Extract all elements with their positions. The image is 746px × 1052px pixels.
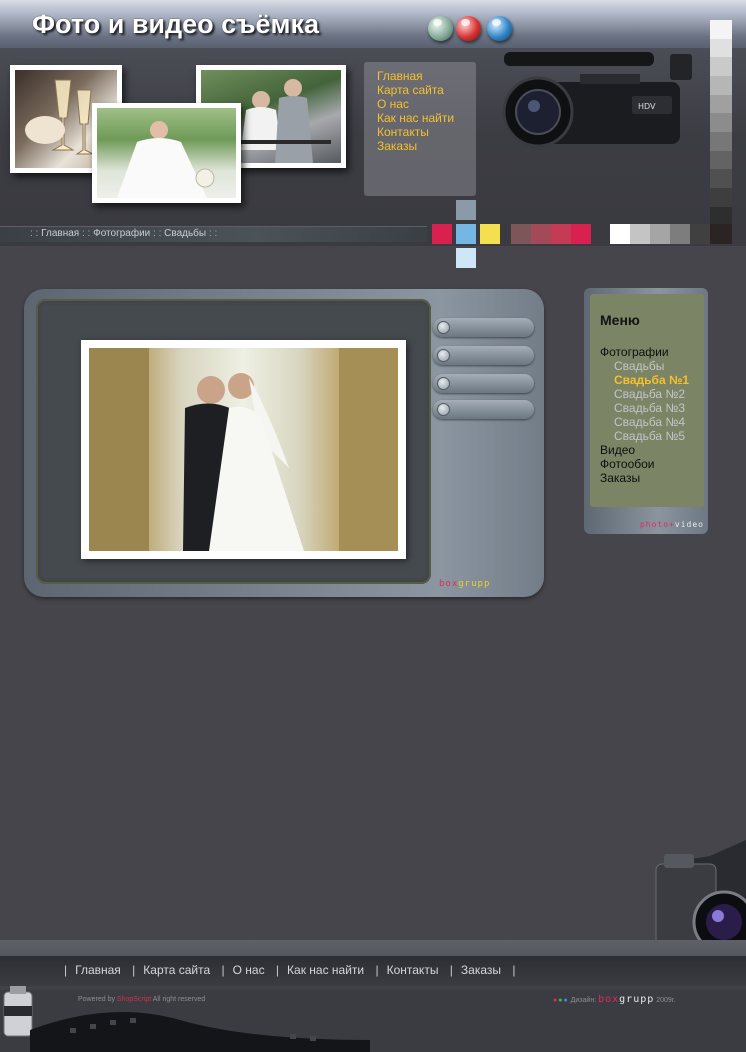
viewer-screen xyxy=(36,299,431,584)
color-swatch xyxy=(571,224,591,244)
menu-item[interactable]: Фотообои xyxy=(600,457,704,471)
viewer-button-3[interactable] xyxy=(433,374,534,393)
viewer-button-1[interactable] xyxy=(433,318,534,337)
color-swatch xyxy=(650,224,670,244)
gray-step xyxy=(710,113,732,133)
viewer-brand: boxgrupp xyxy=(439,579,491,589)
blue-ball-icon xyxy=(487,16,512,41)
footer-link-sitemap[interactable]: Карта сайта xyxy=(143,963,210,977)
menu-item[interactable]: Фотографии xyxy=(600,345,704,359)
gray-step xyxy=(710,94,732,114)
gray-step xyxy=(710,76,732,95)
color-swatch xyxy=(511,224,531,244)
color-swatch xyxy=(670,224,690,244)
viewer-button-4[interactable] xyxy=(433,400,534,419)
nav-link-contacts[interactable]: Контакты xyxy=(377,125,476,139)
color-swatch xyxy=(610,224,630,244)
gray-step xyxy=(710,206,732,226)
circle-icon xyxy=(437,403,450,416)
gray-scale-strip xyxy=(710,20,732,245)
footer-nav: | Главная | Карта сайта | О нас | Как нас на… xyxy=(0,956,746,986)
footer-link-home[interactable]: Главная xyxy=(75,963,121,977)
gray-step xyxy=(710,188,732,207)
footer-link-orders[interactable]: Заказы xyxy=(461,963,501,977)
side-menu-inner: Меню Фотографии Свадьбы Свадьба №1 Свадьба … xyxy=(590,294,704,507)
breadcrumb-home[interactable]: Главная xyxy=(41,228,79,239)
swatch-cross-bottom xyxy=(456,248,476,268)
footer-link-contacts[interactable]: Контакты xyxy=(387,963,439,977)
header-nav: Главная Карта сайта О нас Как нас найти … xyxy=(364,62,476,196)
breadcrumb-weddings[interactable]: Свадьбы xyxy=(164,228,206,239)
color-swatch xyxy=(551,224,571,244)
nav-link-about[interactable]: О нас xyxy=(377,97,476,111)
color-swatch xyxy=(630,224,650,244)
breadcrumb-bar: : : Главная : : Фотографии : : Свадьбы :… xyxy=(0,226,427,242)
viewer-button-2[interactable] xyxy=(433,346,534,365)
footer-link-about[interactable]: О нас xyxy=(233,963,265,977)
design-credit: ●●● Дизайн: boxgrupp 2009г. xyxy=(553,994,676,1005)
menu-item[interactable]: Видео xyxy=(600,443,704,457)
menu-item[interactable]: Свадьба №5 xyxy=(600,429,704,443)
red-ball-icon xyxy=(456,16,481,41)
photo-viewer: boxgrupp xyxy=(24,289,544,597)
three-dots-icon: ●●● xyxy=(553,997,569,1004)
color-swatch xyxy=(531,224,551,244)
color-swatch xyxy=(690,224,710,244)
side-menu: Меню Фотографии Свадьбы Свадьба №1 Свадьба … xyxy=(584,288,708,534)
menu-item[interactable]: Свадьба №4 xyxy=(600,415,704,429)
footer-links: | Главная | Карта сайта | О нас | Как нас на… xyxy=(64,963,516,977)
gray-step xyxy=(710,38,732,58)
nav-link-location[interactable]: Как нас найти xyxy=(377,111,476,125)
menu-brand: photo+video xyxy=(639,520,704,529)
color-swatch xyxy=(710,224,732,244)
nav-link-orders[interactable]: Заказы xyxy=(377,139,476,153)
breadcrumb: : : Главная : : Фотографии : : Свадьбы :… xyxy=(30,228,218,239)
circle-icon xyxy=(437,349,450,362)
menu-item[interactable]: Свадьба №2 xyxy=(600,387,704,401)
menu-item[interactable]: Свадьба №3 xyxy=(600,401,704,415)
film-strip-icon xyxy=(30,1012,370,1052)
gray-step xyxy=(710,169,732,189)
nav-link-home[interactable]: Главная xyxy=(377,69,476,83)
bride-icon xyxy=(117,121,215,198)
menu-item[interactable]: Свадьбы xyxy=(600,359,704,373)
menu-item[interactable]: Свадьба №1 xyxy=(600,373,704,387)
green-ball-icon xyxy=(428,16,453,41)
circle-icon xyxy=(437,321,450,334)
swatch-cross-top xyxy=(456,200,476,220)
gray-step xyxy=(710,132,732,151)
color-swatch xyxy=(480,224,500,244)
site-title: Фото и видео съёмка xyxy=(32,9,320,39)
menu-title: Меню xyxy=(600,312,640,328)
header: Фото и видео съёмка Главная Карта сайта … xyxy=(0,0,746,246)
kissing-couple-icon xyxy=(89,348,398,551)
menu-item[interactable]: Заказы xyxy=(600,471,704,485)
gray-step xyxy=(710,150,732,170)
footer-link-location[interactable]: Как нас найти xyxy=(287,963,364,977)
circle-icon xyxy=(437,377,450,390)
gray-step xyxy=(710,57,732,77)
menu-list: Фотографии Свадьбы Свадьба №1 Свадьба №2 Сва… xyxy=(600,345,704,485)
color-swatch xyxy=(432,224,452,244)
nav-link-sitemap[interactable]: Карта сайта xyxy=(377,83,476,97)
svg-text:HDV: HDV xyxy=(638,102,656,111)
color-swatch xyxy=(456,224,476,244)
gray-step xyxy=(710,20,732,39)
bride-photo xyxy=(92,103,241,203)
main-wedding-photo[interactable] xyxy=(81,340,406,559)
design-brand[interactable]: boxgrupp xyxy=(598,994,654,1005)
camcorder-icon: HDV xyxy=(502,52,692,148)
breadcrumb-photos[interactable]: Фотографии xyxy=(93,228,150,239)
